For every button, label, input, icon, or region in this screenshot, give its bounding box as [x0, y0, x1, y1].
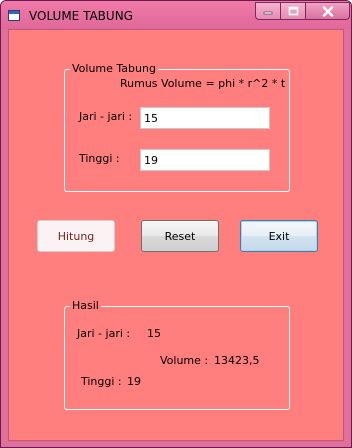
- result-volume-label: Volume :: [160, 354, 209, 367]
- result-tinggi-label: Tinggi :: [81, 375, 122, 388]
- hitung-button[interactable]: Hitung: [37, 220, 115, 252]
- app-window-icon: [8, 10, 20, 21]
- tinggi-label: Tinggi :: [79, 152, 120, 165]
- jari-jari-input[interactable]: [140, 107, 270, 129]
- result-tinggi-value: 19: [127, 375, 141, 388]
- hasil-groupbox: Hasil Jari - jari : 15 Volume : 13423,5 …: [64, 299, 290, 410]
- app-window: VOLUME TABUNG Volume Tabung Rumus Volume…: [0, 0, 352, 448]
- title-bar[interactable]: VOLUME TABUNG: [1, 1, 351, 29]
- window-title: VOLUME TABUNG: [29, 9, 133, 23]
- result-jari-jari-label: Jari - jari :: [77, 327, 131, 340]
- volume-tabung-group-title: Volume Tabung: [70, 62, 158, 76]
- volume-tabung-groupbox: Volume Tabung Rumus Volume = phi * r^2 *…: [64, 62, 290, 192]
- minimize-icon: [263, 11, 273, 15]
- reset-button[interactable]: Reset: [141, 220, 219, 252]
- maximize-icon: [288, 6, 298, 16]
- maximize-button[interactable]: [281, 2, 306, 20]
- jari-jari-label: Jari - jari :: [79, 110, 133, 123]
- caption-buttons: [255, 2, 350, 20]
- hasil-group-title: Hasil: [70, 299, 101, 313]
- result-jari-jari-value: 15: [147, 327, 161, 340]
- formula-label: Rumus Volume = phi * r^2 * t: [120, 77, 286, 90]
- exit-button[interactable]: Exit: [240, 220, 318, 252]
- form-client-area: Volume Tabung Rumus Volume = phi * r^2 *…: [8, 29, 344, 441]
- minimize-button[interactable]: [255, 2, 281, 20]
- close-button[interactable]: [306, 2, 350, 20]
- tinggi-input[interactable]: [140, 149, 270, 171]
- result-volume-value: 13423,5: [214, 354, 260, 367]
- close-icon: [322, 5, 333, 17]
